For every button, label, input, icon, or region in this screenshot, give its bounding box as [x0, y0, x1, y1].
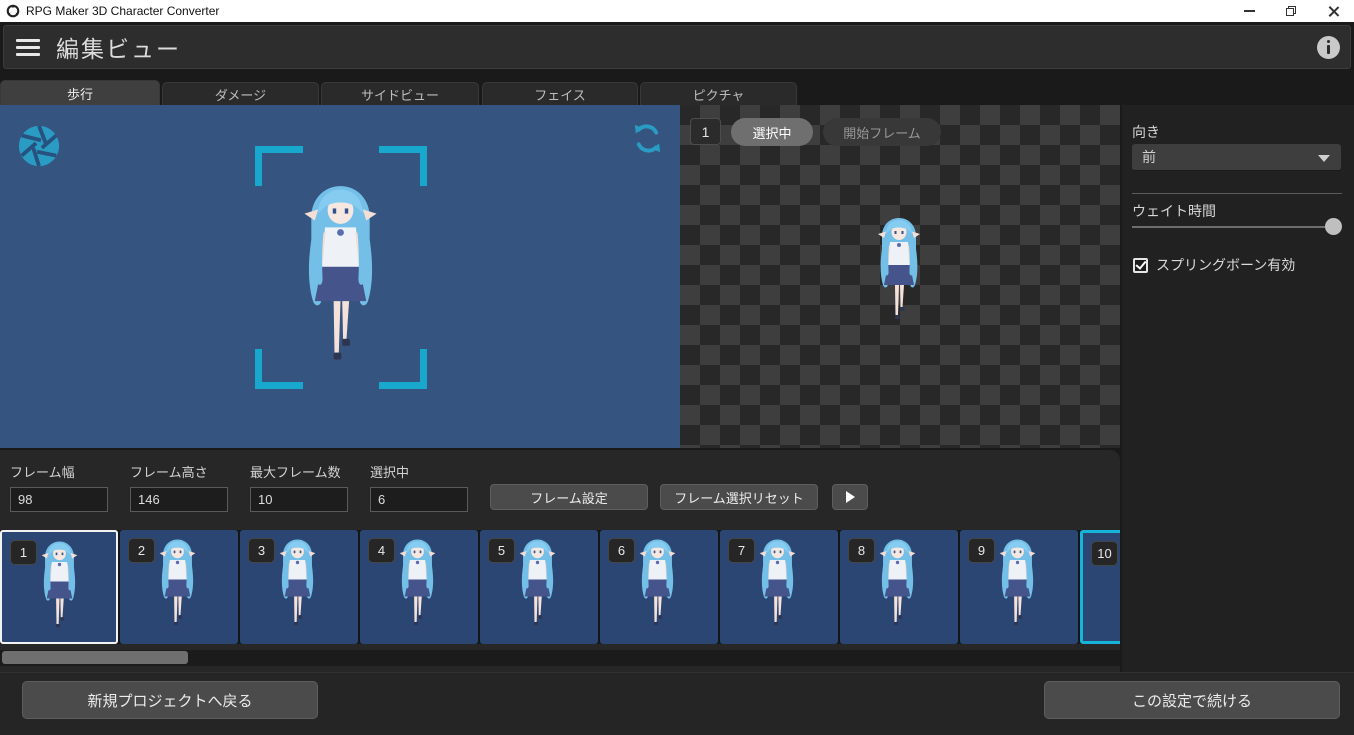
play-button[interactable]: [832, 484, 868, 510]
filmstrip-frame[interactable]: 7: [720, 530, 838, 644]
side-panel: 向き 前 ウェイト時間 スプリングボーン有効: [1122, 105, 1354, 672]
selected-frame-input[interactable]: [370, 487, 468, 512]
maximize-button[interactable]: [1270, 0, 1312, 22]
direction-value: 前: [1142, 149, 1156, 165]
direction-label: 向き: [1132, 124, 1160, 140]
filmstrip-frame[interactable]: 2: [120, 530, 238, 644]
frame-width-input[interactable]: [10, 487, 108, 512]
frame-number-badge: 6: [608, 538, 635, 563]
tab-face[interactable]: フェイス: [482, 82, 638, 105]
character-sprite-frame: [392, 537, 443, 639]
menu-button[interactable]: [16, 38, 40, 56]
selected-frame-field: 選択中: [370, 462, 468, 512]
frame-number-badge: 4: [368, 538, 395, 563]
tab-picture[interactable]: ピクチャ: [640, 82, 797, 105]
filmstrip-frame[interactable]: 5: [480, 530, 598, 644]
max-frames-field: 最大フレーム数: [250, 462, 348, 512]
frame-number-badge: 7: [728, 538, 755, 563]
slider-thumb[interactable]: [1325, 218, 1342, 235]
spring-bone-checkbox-row[interactable]: スプリングボーン有効: [1133, 255, 1295, 275]
selected-frame-label: 選択中: [370, 465, 410, 480]
character-sprite-frame: [1115, 540, 1120, 642]
page-title: 編集ビュー: [56, 36, 181, 62]
frame-number-badge: 9: [968, 538, 995, 563]
character-sprite-frame: [34, 539, 85, 641]
spring-bone-label: スプリングボーン有効: [1156, 257, 1296, 273]
animation-stage[interactable]: 1 選択中 開始フレーム: [680, 105, 1120, 448]
aperture-icon[interactable]: [16, 123, 62, 169]
character-sprite-preview: [289, 181, 392, 387]
frame-settings-panel: フレーム幅 フレーム高さ 最大フレーム数 選択中 フレーム設定 フレーム選択リセ…: [0, 450, 1120, 672]
app-header: 編集ビュー: [3, 25, 1351, 69]
filmstrip-track: 1 2 3 4 5 6 7 8 9 10: [0, 530, 1120, 644]
filmstrip: 1 2 3 4 5 6 7 8 9 10: [0, 530, 1120, 644]
restore-icon: [1286, 6, 1296, 16]
window-title: RPG Maker 3D Character Converter: [26, 4, 220, 18]
frame-selection-reset-button[interactable]: フレーム選択リセット: [660, 484, 818, 510]
selected-pill-button[interactable]: 選択中: [731, 118, 813, 146]
chevron-down-icon: [1318, 155, 1330, 162]
character-sprite-frame: [872, 537, 923, 639]
frame-number-badge: 10: [1091, 541, 1118, 566]
frame-number-badge: 8: [848, 538, 875, 563]
frame-number-badge: 5: [488, 538, 515, 563]
panel-divider: [1132, 193, 1342, 194]
filmstrip-frame[interactable]: 4: [360, 530, 478, 644]
crop-corner-top-right: [379, 146, 427, 186]
frame-height-field: フレーム高さ: [130, 462, 228, 512]
frame-width-label: フレーム幅: [10, 465, 75, 480]
preview-viewport[interactable]: [0, 105, 680, 448]
tab-walking[interactable]: 歩行: [0, 80, 160, 105]
refresh-icon[interactable]: [630, 121, 665, 156]
frame-number-badge: 3: [248, 538, 275, 563]
play-icon: [845, 491, 855, 503]
character-sprite-frame: [632, 537, 683, 639]
slider-track: [1132, 226, 1330, 228]
minimize-icon: [1243, 10, 1255, 12]
tab-damage[interactable]: ダメージ: [162, 82, 319, 105]
titlebar: RPG Maker 3D Character Converter: [0, 0, 1354, 22]
tab-sideview[interactable]: サイドビュー: [321, 82, 479, 105]
frame-width-field: フレーム幅: [10, 462, 108, 512]
max-frames-label: 最大フレーム数: [250, 465, 341, 480]
filmstrip-frame[interactable]: 8: [840, 530, 958, 644]
start-frame-pill-button[interactable]: 開始フレーム: [823, 118, 941, 146]
character-sprite-frame: [152, 537, 203, 639]
info-button[interactable]: [1317, 36, 1340, 59]
character-sprite-frame: [752, 537, 803, 639]
frame-height-input[interactable]: [130, 487, 228, 512]
direction-dropdown[interactable]: 前: [1132, 144, 1341, 171]
back-to-new-project-button[interactable]: 新規プロジェクトへ戻る: [22, 681, 318, 719]
filmstrip-frame[interactable]: 6: [600, 530, 718, 644]
close-icon: [1328, 6, 1339, 17]
frame-set-button[interactable]: フレーム設定: [490, 484, 648, 510]
continue-with-settings-button[interactable]: この設定で続ける: [1044, 681, 1340, 719]
crop-corner-top-left: [255, 146, 303, 186]
character-sprite-frame: [272, 537, 323, 639]
app-icon: [6, 4, 20, 18]
filmstrip-frame[interactable]: 3: [240, 530, 358, 644]
horizontal-scrollbar[interactable]: [0, 650, 1120, 666]
filmstrip-frame[interactable]: 10: [1080, 530, 1120, 644]
wait-time-slider[interactable]: [1132, 218, 1342, 236]
character-sprite-frame: [512, 537, 563, 639]
filmstrip-frame[interactable]: 9: [960, 530, 1078, 644]
frame-number-badge: 1: [10, 540, 37, 565]
window-controls: [1228, 0, 1354, 22]
footer-bar: 新規プロジェクトへ戻る この設定で続ける: [0, 672, 1354, 735]
character-sprite-stage: [869, 215, 929, 335]
frame-height-label: フレーム高さ: [130, 465, 208, 480]
app-window: RPG Maker 3D Character Converter 編集ビュー 歩…: [0, 0, 1354, 735]
minimize-button[interactable]: [1228, 0, 1270, 22]
filmstrip-frame[interactable]: 1: [0, 530, 118, 644]
scrollbar-thumb[interactable]: [2, 651, 188, 664]
tab-bar: 歩行 ダメージ サイドビュー フェイス ピクチャ: [0, 80, 1354, 105]
frame-number-badge: 2: [128, 538, 155, 563]
frame-number-badge: 1: [690, 118, 721, 145]
spring-bone-checkbox[interactable]: [1133, 257, 1148, 273]
character-sprite-frame: [992, 537, 1043, 639]
max-frames-input[interactable]: [250, 487, 348, 512]
close-button[interactable]: [1312, 0, 1354, 22]
info-icon: [1327, 40, 1330, 43]
